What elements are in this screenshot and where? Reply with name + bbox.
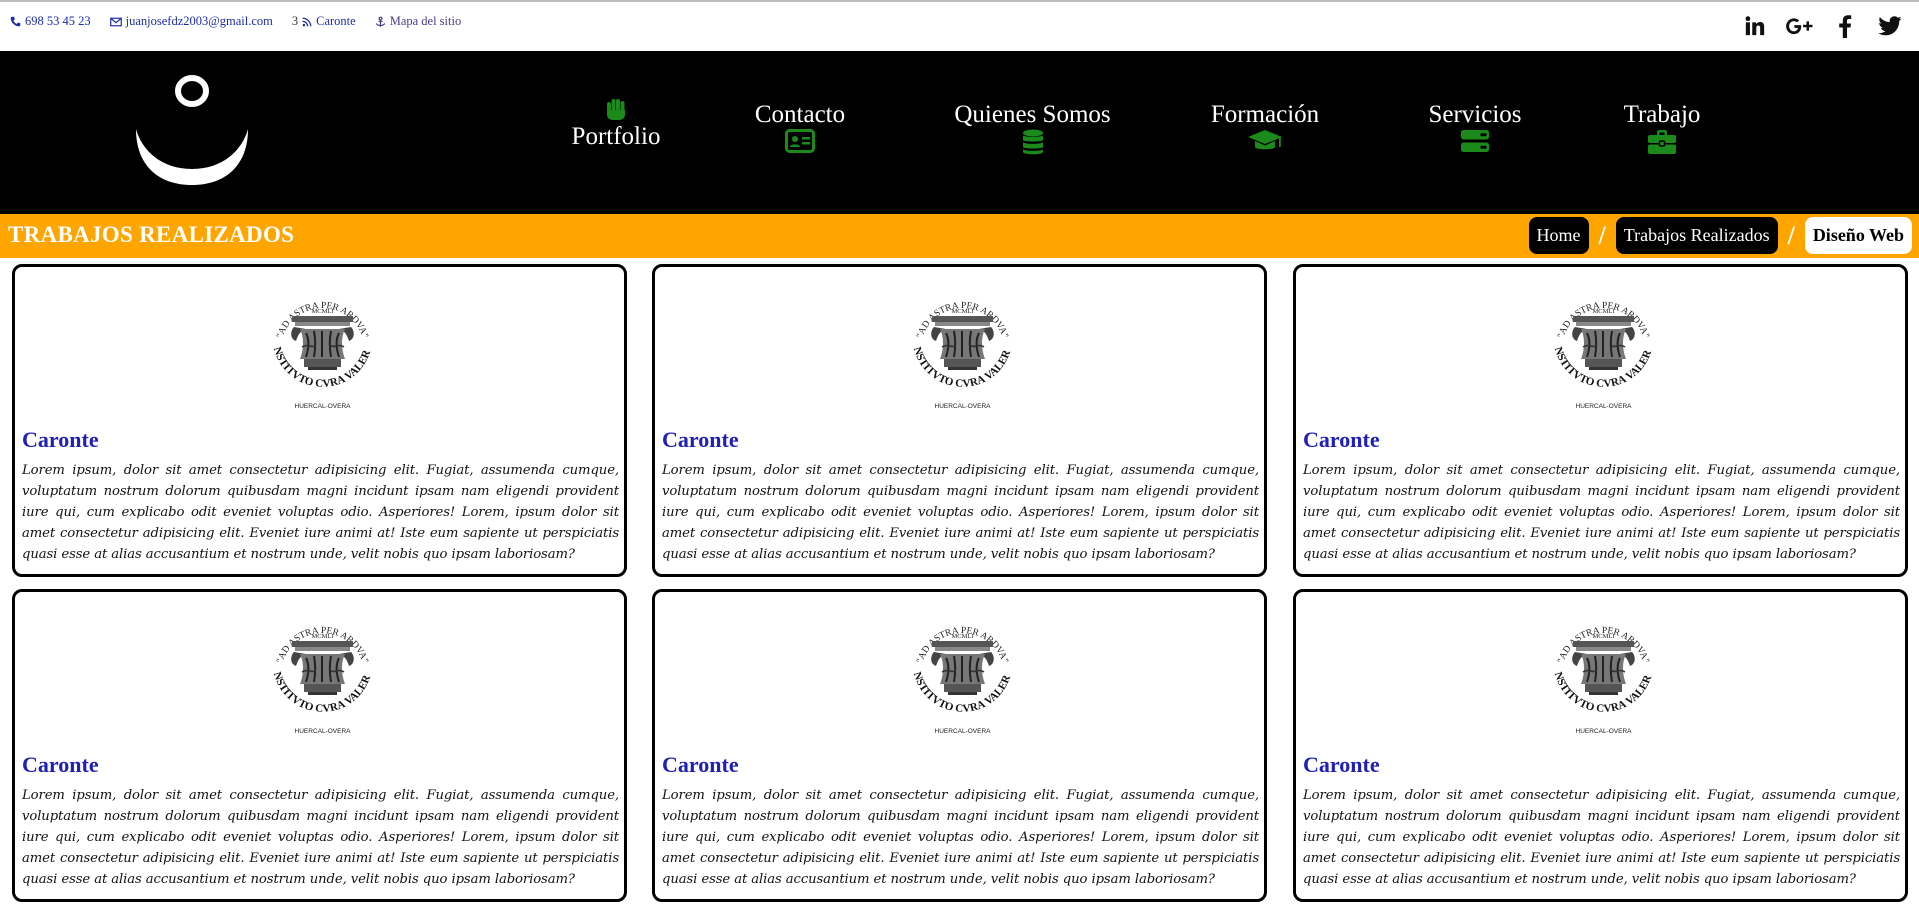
project-title[interactable]: Caronte [1303,752,1380,778]
project-card[interactable]: "AD ASTRA PER ARDVA" MCMLI INSTITVTO CVR… [1293,589,1908,902]
svg-text:HUERCAL-OVERA: HUERCAL-OVERA [935,403,992,410]
phone-icon [10,16,21,27]
nav-trabajo-label: Trabajo [1623,101,1701,128]
project-description: Lorem ipsum, dolor sit amet consectetur … [22,463,619,562]
nav-portfolio[interactable]: Portfolio [566,97,666,151]
svg-text:MCMLI: MCMLI [951,633,973,640]
project-description: Lorem ipsum, dolor sit amet consectetur … [1303,788,1900,887]
section-banner: TRABAJOS REALIZADOS Home / Trabajos Real… [0,214,1919,258]
project-description: Lorem ipsum, dolor sit amet consectetur … [22,788,619,887]
rss-link[interactable]: 3 Caronte [292,14,356,29]
sitemap-link[interactable]: Mapa del sitio [375,14,462,29]
institute-seal-image: "AD ASTRA PER ARDVA" MCMLI INSTITVTO CVR… [1537,278,1666,412]
envelope-icon [109,17,122,26]
rss-label: Caronte [316,14,356,28]
breadcrumb-home[interactable]: Home [1528,217,1589,254]
svg-text:MCMLI: MCMLI [1592,633,1614,640]
site-logo[interactable] [130,73,255,191]
institute-seal-image: "AD ASTRA PER ARDVA" MCMLI INSTITVTO CVR… [256,603,385,737]
email-link[interactable]: juanjosefdz2003@gmail.com [109,14,273,29]
svg-text:HUERCAL-OVERA: HUERCAL-OVERA [295,728,352,735]
project-title[interactable]: Caronte [22,752,99,778]
social-links [1725,12,1905,40]
institute-seal-image: "AD ASTRA PER ARDVA" MCMLI INSTITVTO CVR… [1537,603,1666,737]
svg-text:MCMLI: MCMLI [311,308,333,315]
anchor-icon [375,16,385,27]
phone-link[interactable]: 698 53 45 23 [10,14,91,29]
project-description: Lorem ipsum, dolor sit amet consectetur … [1303,463,1900,562]
institute-seal-image: "AD ASTRA PER ARDVA" MCMLI INSTITVTO CVR… [896,278,1025,412]
svg-text:MCMLI: MCMLI [311,633,333,640]
rss-icon [302,17,312,26]
project-card[interactable]: "AD ASTRA PER ARDVA" MCMLI INSTITVTO CVR… [652,264,1267,577]
nav-contacto[interactable]: Contacto [750,101,850,153]
breadcrumb-trabajos[interactable]: Trabajos Realizados [1615,217,1778,254]
svg-text:HUERCAL-OVERA: HUERCAL-OVERA [295,403,352,410]
breadcrumb-separator: / [1787,220,1795,250]
briefcase-icon [1612,129,1712,155]
project-card[interactable]: "AD ASTRA PER ARDVA" MCMLI INSTITVTO CVR… [652,589,1267,902]
nav-servicios-label: Servicios [1428,101,1522,128]
server-icon [1415,129,1535,153]
project-description: Lorem ipsum, dolor sit amet consectetur … [662,463,1259,562]
nav-trabajo[interactable]: Trabajo [1612,101,1712,155]
breadcrumb-separator: / [1598,220,1606,250]
nav-servicios[interactable]: Servicios [1415,101,1535,153]
page-title: TRABAJOS REALIZADOS [8,222,295,247]
fist-icon [566,97,666,123]
institute-seal-image: "AD ASTRA PER ARDVA" MCMLI INSTITVTO CVR… [896,603,1025,737]
project-title[interactable]: Caronte [22,427,99,453]
breadcrumb: Home / Trabajos Realizados / Diseño Web [1528,217,1912,254]
svg-text:HUERCAL-OVERA: HUERCAL-OVERA [1576,728,1633,735]
email-address: juanjosefdz2003@gmail.com [125,14,273,28]
database-icon [945,129,1120,155]
svg-text:MCMLI: MCMLI [1592,308,1614,315]
google-plus-icon[interactable] [1785,12,1815,40]
nav-formacion[interactable]: Formación [1200,101,1330,153]
linkedin-icon[interactable] [1740,12,1770,40]
graduation-cap-icon [1200,129,1330,153]
project-card[interactable]: "AD ASTRA PER ARDVA" MCMLI INSTITVTO CVR… [1293,264,1908,577]
nav-formacion-label: Formación [1210,101,1320,128]
project-title[interactable]: Caronte [1303,427,1380,453]
svg-text:MCMLI: MCMLI [951,308,973,315]
svg-text:HUERCAL-OVERA: HUERCAL-OVERA [1576,403,1633,410]
sitemap-label: Mapa del sitio [389,14,462,28]
project-title[interactable]: Caronte [662,427,739,453]
svg-text:HUERCAL-OVERA: HUERCAL-OVERA [935,728,992,735]
project-description: Lorem ipsum, dolor sit amet consectetur … [662,788,1259,887]
project-title[interactable]: Caronte [662,752,739,778]
nav-quienes-label: Quienes Somos [954,101,1111,128]
facebook-icon[interactable] [1830,12,1860,40]
phone-number: 698 53 45 23 [25,14,91,28]
contact-info: 698 53 45 23 juanjosefdz2003@gmail.com 3… [10,14,480,29]
project-card[interactable]: "AD ASTRA PER ARDVA" MCMLI INSTITVTO CVR… [12,589,627,902]
nav-contacto-label: Contacto [754,101,846,128]
project-card[interactable]: "AD ASTRA PER ARDVA" MCMLI INSTITVTO CVR… [12,264,627,577]
nav-portfolio-label: Portfolio [571,123,661,150]
rss-count: 3 [291,14,299,28]
site-header: Portfolio Contacto Quienes Somos Formaci… [0,51,1919,214]
id-card-icon [750,129,850,153]
nav-quienes-somos[interactable]: Quienes Somos [945,101,1120,155]
top-info-bar: 698 53 45 23 juanjosefdz2003@gmail.com 3… [0,0,1919,51]
twitter-icon[interactable] [1875,12,1905,40]
institute-seal-image: "AD ASTRA PER ARDVA" MCMLI INSTITVTO CVR… [256,278,385,412]
breadcrumb-current: Diseño Web [1804,217,1912,254]
